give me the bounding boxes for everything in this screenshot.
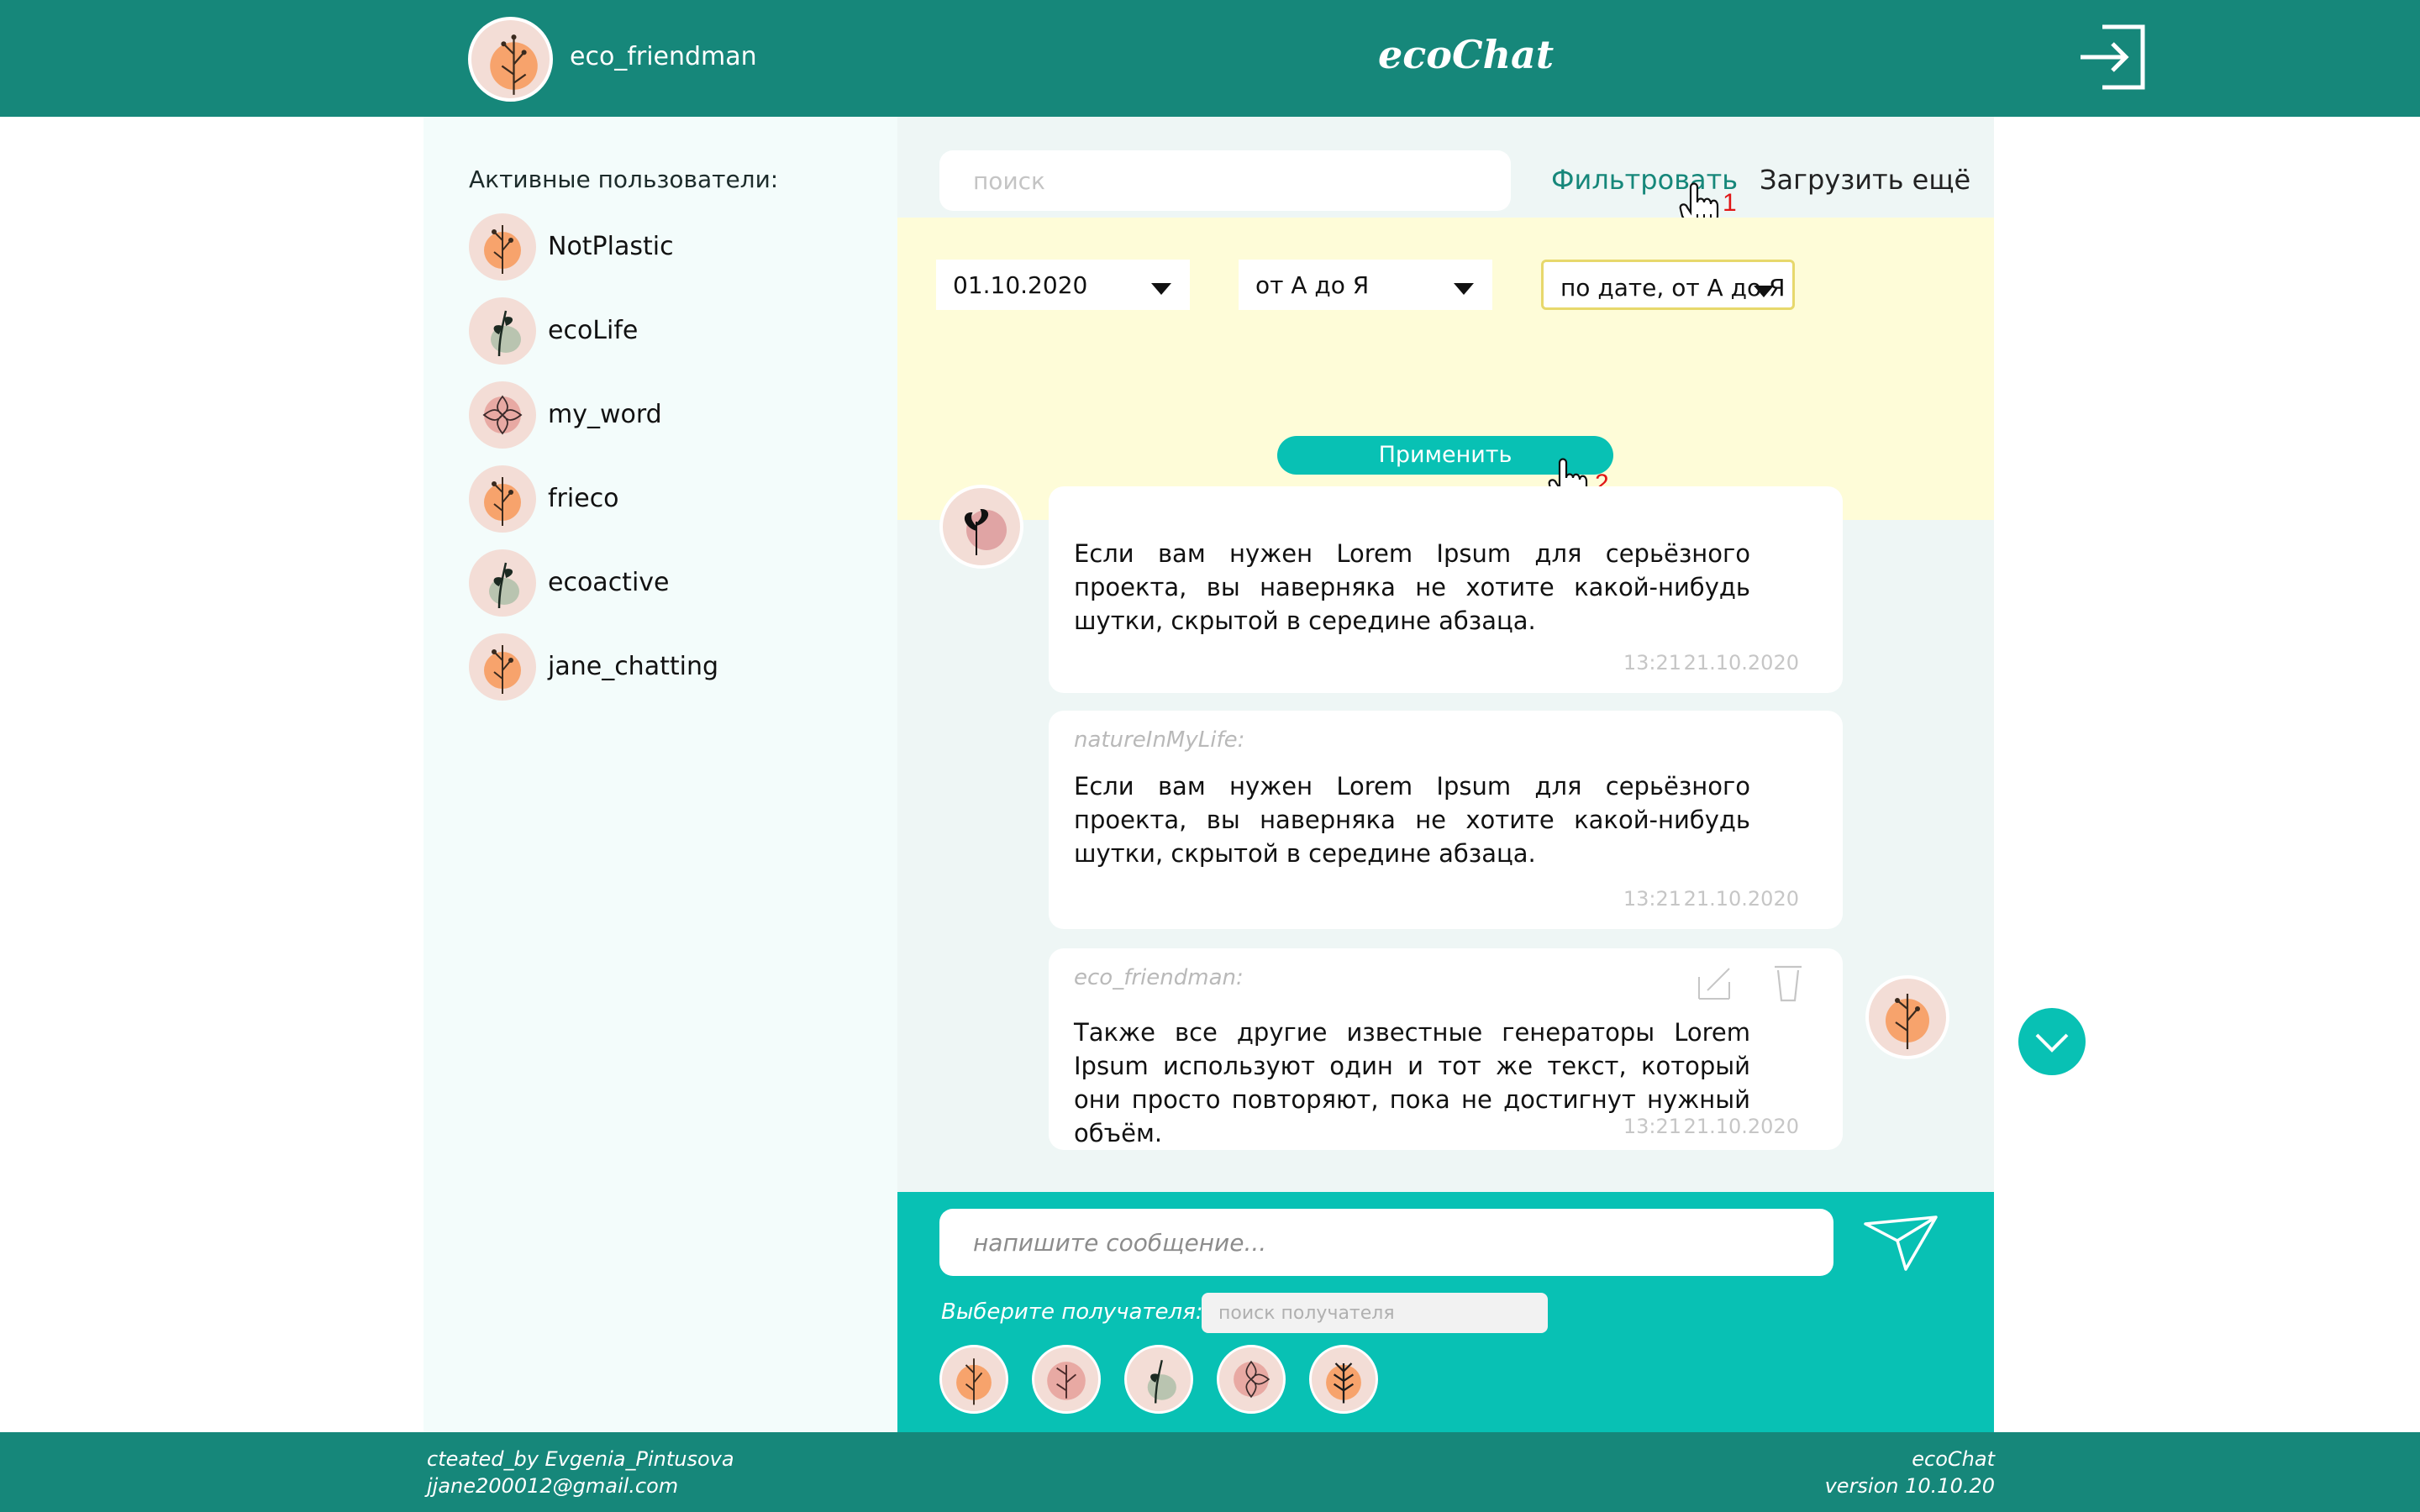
sidebar-user-jane-chatting[interactable]: jane_chatting	[469, 633, 805, 701]
logout-icon[interactable]	[2077, 24, 2148, 91]
chevron-down-icon	[1754, 286, 1774, 297]
recipient-label: Выберите получателя:	[941, 1299, 1203, 1325]
own-avatar	[1865, 975, 1949, 1059]
recipient-avatar[interactable]	[1124, 1345, 1193, 1414]
message-time: 13:21	[1623, 1115, 1681, 1138]
chat-area: Фильтровать Загрузить ещё 1 01.10.2020 о…	[897, 117, 1994, 1192]
current-username: eco_friendman	[570, 42, 757, 71]
message-time: 13:21	[1623, 651, 1681, 675]
orange-flower-avatar	[469, 633, 536, 701]
app-footer: cteated_by Evgenia_Pintusova jjane200012…	[0, 1432, 2420, 1512]
orange-flower-avatar	[469, 465, 536, 533]
date-select[interactable]: 01.10.2020	[936, 260, 1190, 310]
message-text: Если вам нужен Lorem Ipsum для серьёзног…	[1074, 772, 1750, 868]
message-card[interactable]: eco_friendman: Также все другие известны…	[1049, 948, 1843, 1150]
message-card[interactable]: Если вам нужен Lorem Ipsum для серьёзног…	[1049, 486, 1843, 693]
message-text: Если вам нужен Lorem Ipsum для серьёзног…	[1074, 539, 1750, 635]
date-select-value: 01.10.2020	[953, 271, 1088, 299]
pink-flower-avatar	[469, 381, 536, 449]
send-icon[interactable]	[1864, 1214, 1939, 1273]
sidebar-user-my-word[interactable]: my_word	[469, 381, 805, 449]
footer-email[interactable]: jjane200012@gmail.com	[427, 1474, 678, 1498]
message-time: 13:21	[1623, 887, 1681, 911]
search-input[interactable]	[939, 150, 1511, 211]
sidebar-user-ecolife[interactable]: ecoLife	[469, 297, 805, 365]
active-users-title: Активные пользователи:	[469, 165, 779, 193]
sidebar-user-name: NotPlastic	[548, 232, 674, 261]
app-header: eco_friendman ecoChat	[0, 0, 2420, 117]
message-input[interactable]	[939, 1209, 1833, 1276]
recipient-avatar[interactable]	[939, 1345, 1008, 1414]
recipient-avatar[interactable]	[1217, 1345, 1286, 1414]
message-author-avatar	[939, 485, 1023, 569]
active-users-sidebar: Активные пользователи: NotPlastic ecoLif…	[424, 117, 897, 1432]
sidebar-user-frieco[interactable]: frieco	[469, 465, 805, 533]
sidebar-user-name: ecoactive	[548, 568, 670, 597]
green-leaf-avatar	[469, 549, 536, 617]
order-select[interactable]: по дате, от А до Я	[1541, 260, 1795, 310]
footer-app-name: ecoChat	[1912, 1447, 1995, 1471]
sort-select[interactable]: от А до Я	[1239, 260, 1492, 310]
recipient-avatar[interactable]	[1309, 1345, 1378, 1414]
message-date: 21.10.2020	[1683, 887, 1799, 911]
current-user-avatar[interactable]	[468, 17, 553, 102]
order-select-value: по дате, от А до Я	[1560, 274, 1786, 302]
sidebar-user-name: ecoLife	[548, 316, 639, 345]
footer-version: version 10.10.20	[1824, 1474, 1995, 1498]
sidebar-user-name: my_word	[548, 400, 662, 429]
sort-select-value: от А до Я	[1255, 271, 1370, 299]
scroll-down-button[interactable]	[2018, 1008, 2086, 1075]
trash-icon[interactable]	[1773, 963, 1803, 1004]
load-more-link[interactable]: Загрузить ещё	[1760, 164, 1970, 196]
message-card[interactable]: natureInMyLife: Если вам нужен Lorem Ips…	[1049, 711, 1843, 929]
recipient-avatar[interactable]	[1032, 1345, 1101, 1414]
green-leaf-avatar	[469, 297, 536, 365]
step-marker-1: 1	[1723, 189, 1737, 217]
chevron-down-icon	[1454, 283, 1474, 295]
sidebar-user-name: jane_chatting	[548, 652, 718, 681]
orange-flower-avatar	[469, 213, 536, 281]
message-author: natureInMyLife:	[1074, 727, 1245, 753]
message-date: 21.10.2020	[1683, 651, 1799, 675]
filter-panel: 01.10.2020 от А до Я по дате, от А до Я …	[897, 218, 1994, 520]
edit-icon[interactable]	[1696, 965, 1733, 1002]
chevron-down-icon	[1151, 283, 1171, 295]
message-date: 21.10.2020	[1683, 1115, 1799, 1138]
message-composer: Выберите получателя:	[897, 1192, 1994, 1432]
app-title: ecoChat	[1378, 32, 1555, 77]
sidebar-user-ecoactive[interactable]: ecoactive	[469, 549, 805, 617]
recipient-search-input[interactable]	[1202, 1293, 1548, 1333]
sidebar-user-notplastic[interactable]: NotPlastic	[469, 213, 805, 281]
sidebar-user-name: frieco	[548, 484, 619, 513]
footer-author: cteated_by Evgenia_Pintusova	[427, 1447, 734, 1471]
message-author: eco_friendman:	[1074, 965, 1244, 990]
chevron-down-icon	[2035, 1033, 2069, 1053]
